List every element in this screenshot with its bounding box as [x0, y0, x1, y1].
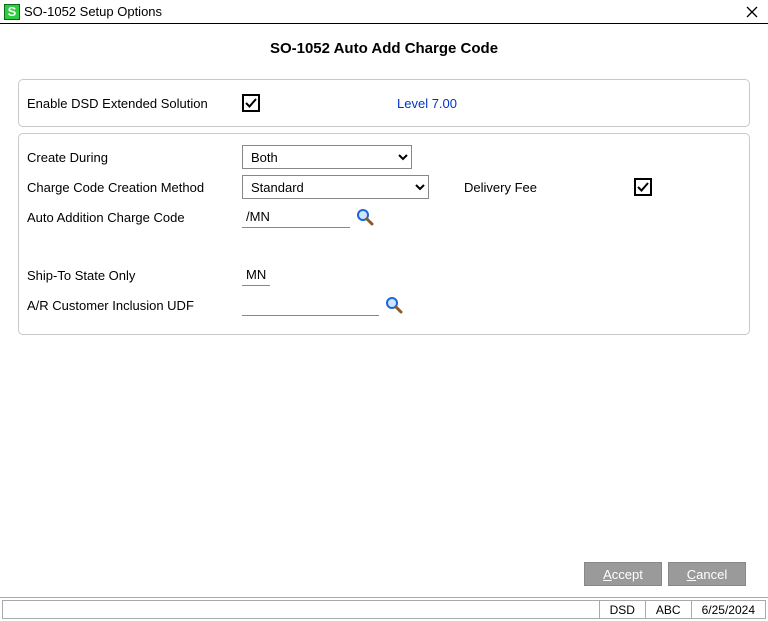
check-icon	[637, 181, 649, 193]
app-icon: S	[4, 4, 20, 20]
title-bar: S SO-1052 Setup Options	[0, 0, 768, 24]
level-text: Level 7.00	[397, 96, 457, 111]
close-button[interactable]	[740, 2, 764, 22]
status-bar: DSD ABC 6/25/2024	[0, 597, 768, 621]
delivery-fee-checkbox[interactable]	[634, 178, 652, 196]
auto-code-lookup-button[interactable]	[356, 208, 374, 226]
page-title: SO-1052 Auto Add Charge Code	[0, 40, 768, 57]
ar-udf-label: A/R Customer Inclusion UDF	[27, 298, 242, 313]
window-title: SO-1052 Setup Options	[24, 4, 740, 19]
create-during-dropdown[interactable]: Both	[242, 145, 412, 169]
enable-dsd-checkbox[interactable]	[242, 94, 260, 112]
cancel-button[interactable]: Cancel	[668, 562, 746, 586]
shipto-label: Ship-To State Only	[27, 268, 242, 283]
auto-code-label: Auto Addition Charge Code	[27, 210, 242, 225]
button-bar: Accept Cancel	[584, 562, 746, 586]
check-icon	[245, 97, 257, 109]
accept-button[interactable]: Accept	[584, 562, 662, 586]
close-icon	[746, 6, 758, 18]
ar-udf-lookup-button[interactable]	[385, 296, 403, 314]
status-abc-button[interactable]: ABC	[645, 600, 692, 619]
enable-dsd-label: Enable DSD Extended Solution	[27, 96, 242, 111]
magnifier-icon	[385, 296, 403, 314]
status-dsd-button[interactable]: DSD	[599, 600, 646, 619]
method-dropdown[interactable]: Standard	[242, 175, 429, 199]
delivery-fee-label: Delivery Fee	[464, 180, 634, 195]
method-label: Charge Code Creation Method	[27, 180, 242, 195]
shipto-input[interactable]	[242, 264, 270, 286]
status-date: 6/25/2024	[691, 600, 766, 619]
ar-udf-input[interactable]	[242, 294, 379, 316]
status-spacer	[2, 600, 600, 619]
magnifier-icon	[356, 208, 374, 226]
create-during-label: Create During	[27, 150, 242, 165]
settings-panel: Create During Both Charge Code Creation …	[18, 133, 750, 335]
enable-panel: Enable DSD Extended Solution Level 7.00	[18, 79, 750, 127]
auto-code-input[interactable]	[242, 206, 350, 228]
